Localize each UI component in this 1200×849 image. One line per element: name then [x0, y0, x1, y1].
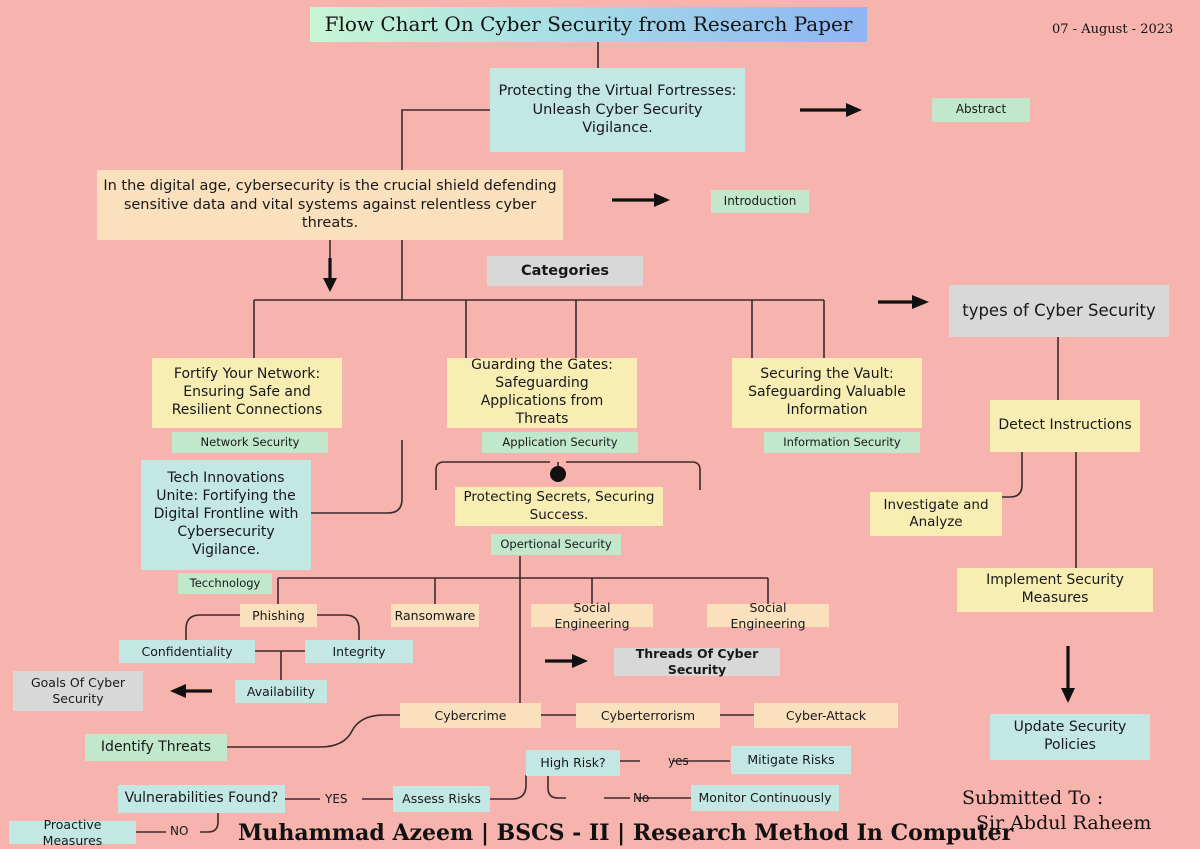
threats-heading: Threads Of Cyber Security [614, 646, 780, 677]
abstract-statement: Protecting the Virtual Fortresses: Unlea… [490, 68, 745, 152]
types-step-detect: Detect Instructions [990, 400, 1140, 452]
types-step-implement: Implement Security Measures [957, 568, 1153, 612]
flowchart-canvas: Flow Chart On Cyber Security from Resear… [0, 0, 1200, 848]
category-card-application: Guarding the Gates: Safeguarding Applica… [447, 357, 637, 428]
goal-availability: Availability [235, 680, 327, 703]
submitted-to-label: Submitted To : [962, 787, 1104, 809]
threat-cybercrime: Cybercrime [400, 703, 541, 728]
junction-dot [550, 466, 566, 482]
risk-monitor-continuously: Monitor Continuously [691, 785, 839, 811]
categories-heading: Categories [487, 256, 643, 286]
category-card-network: Fortify Your Network: Ensuring Safe and … [152, 358, 342, 428]
threat-social-engineering-2: Social Engineering [707, 600, 829, 631]
category-tag-technology: Tecchnology [178, 573, 272, 594]
goal-confidentiality: Confidentiality [119, 640, 255, 663]
category-tag-application: Application Security [482, 432, 638, 453]
threat-cyber-attack: Cyber-Attack [754, 703, 898, 728]
types-heading: types of Cyber Security [949, 285, 1169, 337]
footer-credit: Muhammad Azeem | BSCS - II | Research Me… [238, 820, 1014, 846]
threat-cyberterrorism: Cyberterrorism [576, 703, 720, 728]
date-label: 07 - August - 2023 [1052, 22, 1174, 37]
risk-proactive-measures: Proactive Measures [9, 817, 136, 848]
introduction-statement: In the digital age, cybersecurity is the… [97, 170, 563, 240]
threat-phishing: Phishing [240, 604, 317, 627]
risk-mitigate-risks: Mitigate Risks [731, 746, 851, 774]
goals-heading: Goals Of Cyber Security [13, 671, 143, 711]
risk-high-risk-decision: High Risk? [526, 750, 620, 776]
threat-ransomware: Ransomware [391, 604, 479, 627]
page-title: Flow Chart On Cyber Security from Resear… [310, 7, 867, 42]
category-tag-information: Information Security [764, 432, 920, 453]
category-card-technology: Tech Innovations Unite: Fortifying the D… [141, 460, 311, 570]
submitted-to-block: Submitted To : Sir Abdul Raheem [962, 786, 1151, 835]
abstract-tag: Abstract [932, 98, 1030, 122]
category-tag-operational: Opertional Security [491, 534, 621, 555]
types-step-update: Update Security Policies [990, 714, 1150, 760]
risk-yes-label-1: YES [325, 792, 348, 806]
category-tag-network: Network Security [172, 432, 328, 453]
introduction-tag: Introduction [711, 190, 809, 213]
risk-no-label-1: NO [170, 824, 189, 838]
risk-identify-threats: Identify Threats [85, 734, 227, 761]
category-card-operational: Protecting Secrets, Securing Success. [455, 487, 663, 526]
goal-integrity: Integrity [305, 640, 413, 663]
threat-social-engineering-1: Social Engineering [531, 600, 653, 631]
submitted-to-name: Sir Abdul Raheem [976, 811, 1152, 834]
risk-no-label-2: No [633, 791, 650, 805]
types-step-investigate: Investigate and Analyze [870, 492, 1002, 536]
risk-yes-label-2: yes [668, 754, 689, 768]
category-card-information: Securing the Vault: Safeguarding Valuabl… [732, 358, 922, 428]
risk-vulnerabilities-decision: Vulnerabilities Found? [118, 785, 285, 813]
risk-assess-risks: Assess Risks [393, 786, 490, 812]
